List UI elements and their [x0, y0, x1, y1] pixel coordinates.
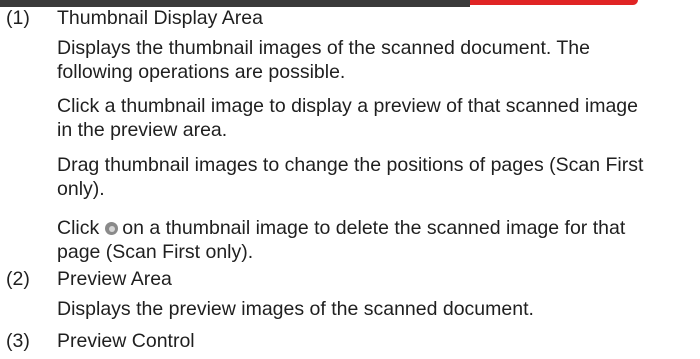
item-heading: Preview Area: [57, 268, 172, 290]
header-bar-notch: [460, 0, 470, 7]
item-number: (1): [6, 7, 30, 29]
delete-circle-icon: [105, 222, 119, 235]
operation-text: Drag thumbnail images to change the posi…: [57, 154, 644, 176]
item-number: (2): [6, 268, 30, 290]
operation-text-end: on a thumbnail image to delete the scann…: [122, 217, 626, 239]
item-description: following operations are possible.: [57, 61, 346, 83]
item-heading: Preview Control: [57, 330, 195, 352]
operation-text: Click a thumbnail image to display a pre…: [57, 95, 638, 117]
operation-text: Click on a thumbnail image to delete the …: [57, 216, 625, 240]
item-number: (3): [6, 330, 30, 352]
item-description: Displays the preview images of the scann…: [57, 298, 534, 320]
operation-text-start: Click: [57, 217, 100, 239]
header-bar-accent: [470, 0, 638, 5]
operation-text: page (Scan First only).: [57, 241, 254, 263]
operation-text: only).: [57, 178, 105, 200]
item-description: Displays the thumbnail images of the sca…: [57, 37, 590, 59]
operation-text: in the preview area.: [57, 119, 228, 141]
item-heading: Thumbnail Display Area: [57, 7, 263, 29]
